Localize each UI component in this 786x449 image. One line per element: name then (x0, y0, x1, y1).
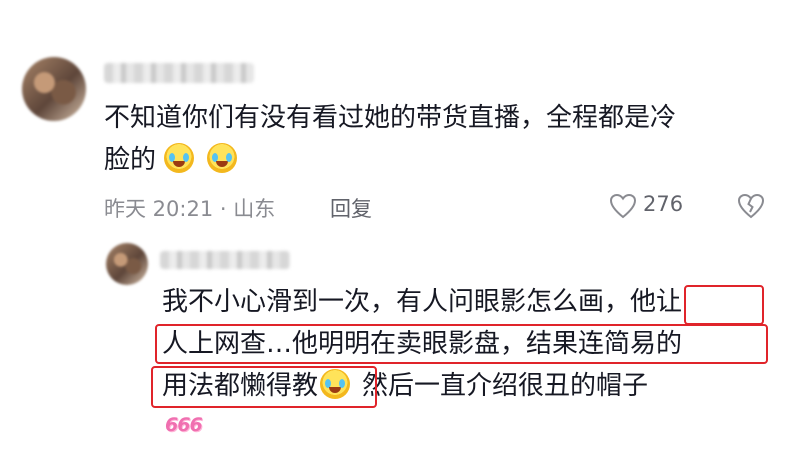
sticker-666: 666 (165, 414, 203, 436)
crying-laughing-emoji (206, 143, 237, 173)
reply-text-line1-a: 我不小心滑到一次，有人问眼影怎么画， (162, 287, 631, 317)
like-count: 276 (643, 192, 684, 216)
broken-heart-icon (737, 193, 765, 219)
reply-button[interactable]: 回复 (330, 193, 372, 223)
highlight-box-3 (151, 366, 377, 408)
highlight-box-1 (684, 285, 764, 325)
like-button[interactable]: 276 (609, 191, 699, 221)
comment-text-line1: 不知道你们有没有看过她的带货直播，全程都是冷 (104, 103, 677, 133)
comment-text-line2: 脸的 (104, 138, 241, 182)
crying-laughing-emoji (164, 143, 195, 173)
replier-avatar[interactable] (106, 243, 148, 285)
replier-name-blurred[interactable] (160, 251, 290, 269)
commenter-name-blurred[interactable] (104, 63, 254, 83)
commenter-avatar[interactable] (22, 57, 86, 121)
comment-text-line2-text: 脸的 (104, 145, 157, 175)
reply-text-line1: 我不小心滑到一次，有人问眼影怎么画，他让 (162, 280, 682, 324)
highlight-box-2 (155, 324, 768, 364)
comment-time-location: 昨天 20:21 · 山东 (104, 197, 276, 221)
dislike-button[interactable] (737, 191, 767, 221)
reply-text-line3-b: 然后一直介绍很丑的帽子 (362, 371, 649, 401)
reply-text-line1-b: 他让 (630, 287, 683, 317)
heart-icon (609, 193, 637, 219)
